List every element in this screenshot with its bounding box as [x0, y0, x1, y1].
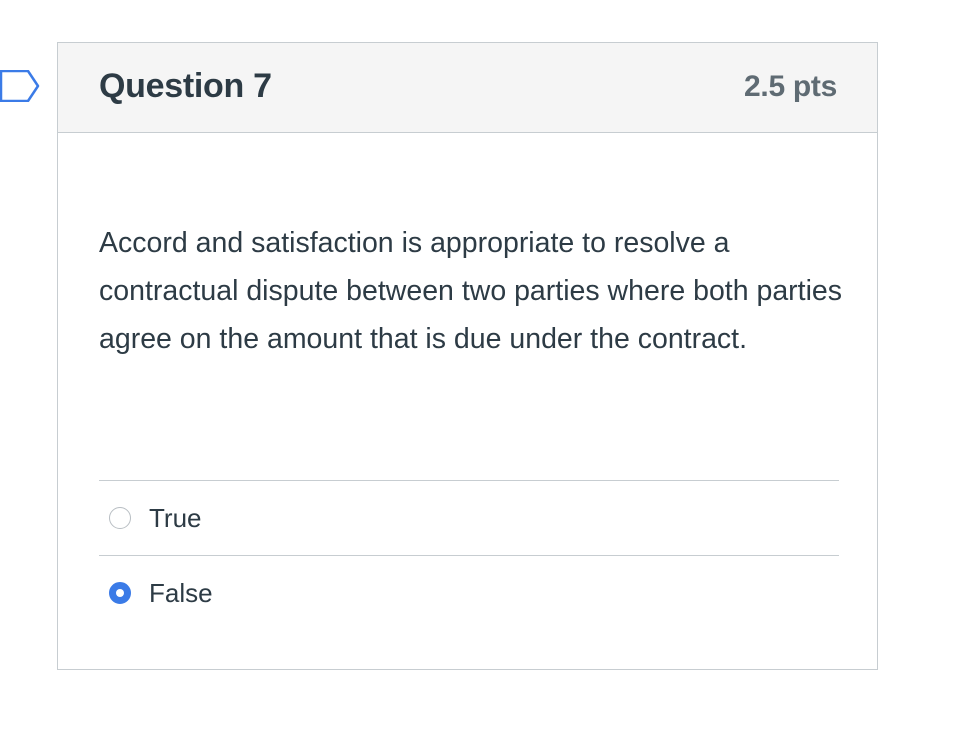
answer-option-true[interactable]: True: [99, 480, 839, 555]
answer-label-true[interactable]: True: [149, 503, 202, 534]
radio-button-unchecked[interactable]: [109, 507, 131, 529]
question-title: Question 7: [99, 67, 272, 105]
answer-list: True False: [99, 480, 839, 630]
answer-label-false[interactable]: False: [149, 578, 213, 609]
answer-option-false[interactable]: False: [99, 555, 839, 630]
radio-button-checked[interactable]: [109, 582, 131, 604]
question-points: 2.5 pts: [744, 69, 837, 103]
flag-question-icon[interactable]: [0, 70, 40, 102]
question-text: Accord and satisfaction is appropriate t…: [99, 227, 843, 355]
question-card: Question 7 2.5 pts Accord and satisfacti…: [57, 42, 878, 670]
radio-dot-icon: [116, 589, 124, 597]
question-header: Question 7 2.5 pts: [58, 43, 877, 133]
